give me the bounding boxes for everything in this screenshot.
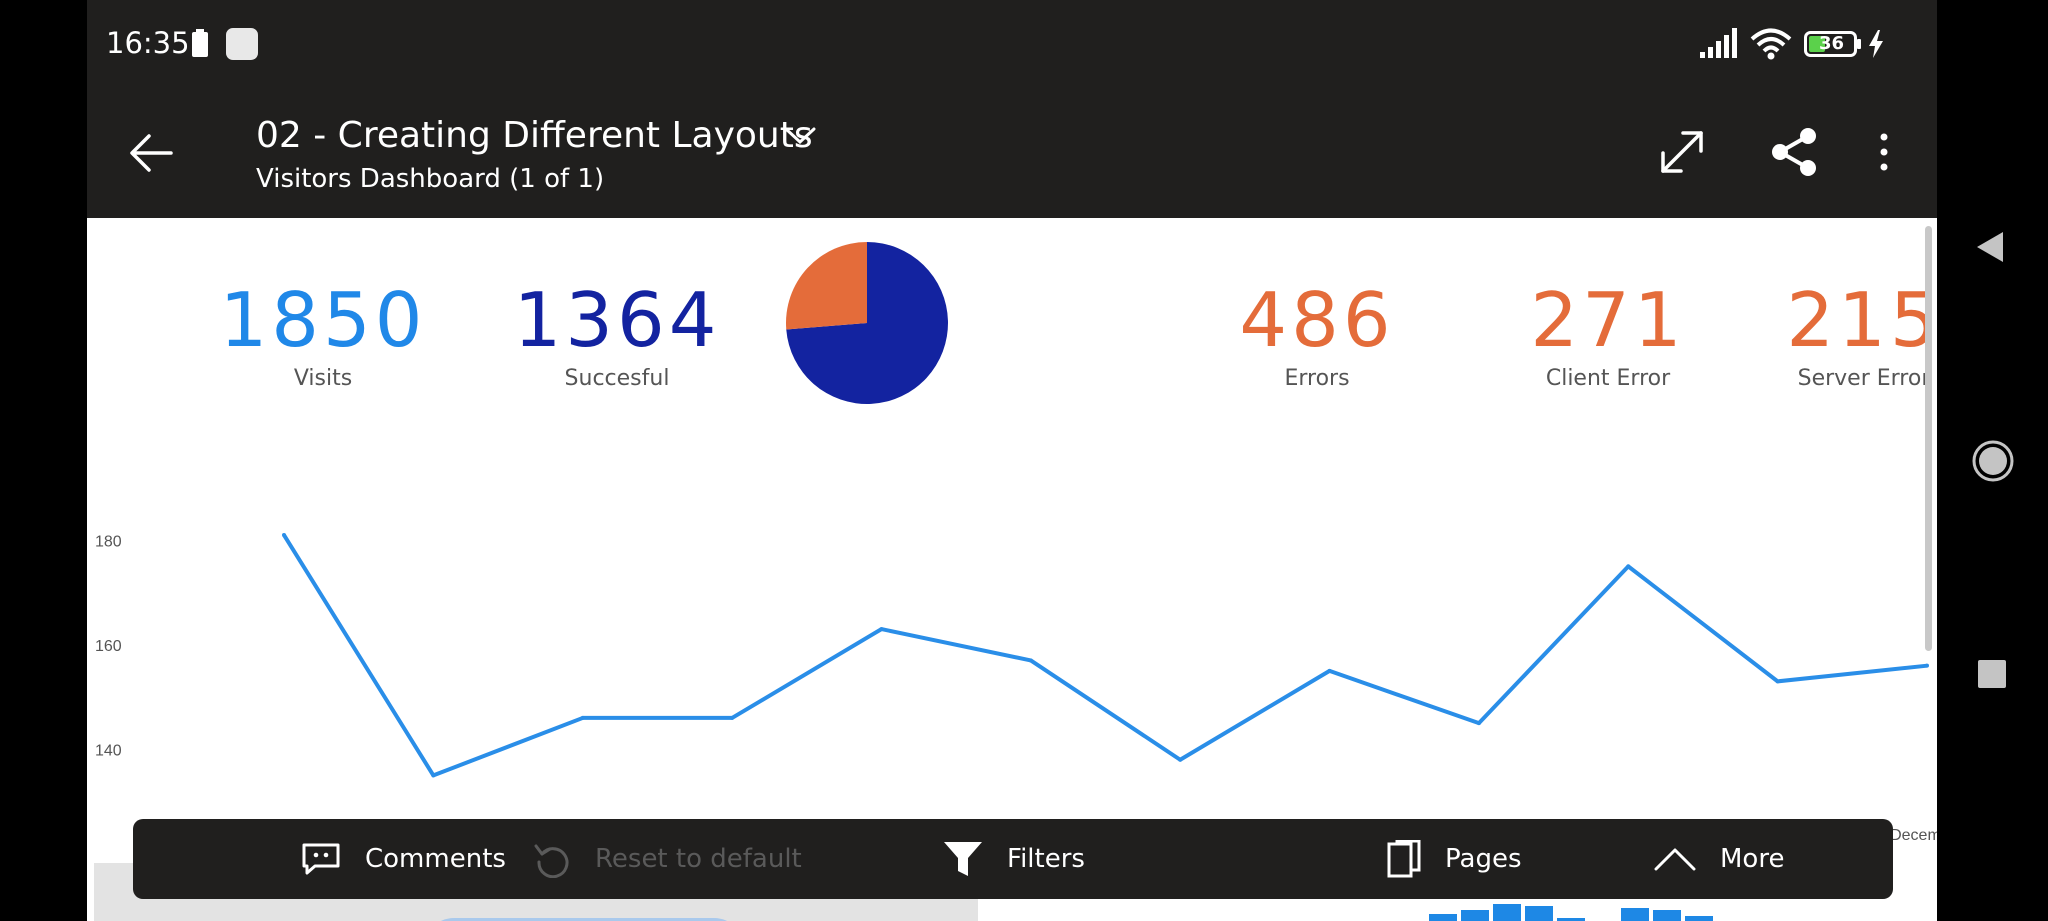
data-point[interactable] bbox=[879, 627, 884, 632]
kpi-client-error-label: Client Error bbox=[1545, 366, 1671, 391]
column-bar[interactable] bbox=[1621, 908, 1649, 921]
status-time: 16:35 bbox=[106, 26, 190, 60]
data-point[interactable] bbox=[730, 715, 735, 720]
kpi-server-error-label: Server Error bbox=[1797, 366, 1931, 391]
y-tick-label: 180 bbox=[95, 533, 122, 550]
action-bar: Comments Reset to default Filters Pages bbox=[133, 819, 1893, 899]
signal-icon bbox=[1700, 28, 1737, 58]
filters-button[interactable]: Filters bbox=[943, 819, 1085, 899]
column-bar[interactable] bbox=[1653, 910, 1681, 921]
report-canvas[interactable]: 1850 Visits 1364 Succesful 486 Errors 27… bbox=[87, 218, 1937, 921]
app-notification-icon bbox=[226, 28, 258, 60]
kpi-visits-label: Visits bbox=[293, 366, 353, 391]
kpi-client-error-value: 271 bbox=[1530, 276, 1686, 364]
chevron-down-icon[interactable] bbox=[784, 126, 816, 146]
report-title[interactable]: 02 - Creating Different Layouts bbox=[256, 115, 813, 156]
vertical-scrollbar[interactable] bbox=[1925, 226, 1932, 651]
filter-icon bbox=[944, 842, 982, 876]
more-options-icon[interactable] bbox=[1877, 132, 1891, 172]
kpi-successful-value: 1364 bbox=[513, 276, 721, 364]
comments-button[interactable]: Comments bbox=[301, 819, 506, 899]
back-arrow-icon[interactable] bbox=[129, 133, 173, 173]
kpi-successful[interactable]: 1364 Succesful bbox=[487, 280, 747, 391]
data-point[interactable] bbox=[1775, 679, 1780, 684]
data-point[interactable] bbox=[1626, 564, 1631, 569]
pie-slice-1[interactable] bbox=[786, 242, 867, 330]
column-bar[interactable] bbox=[1429, 914, 1457, 921]
filters-label: Filters bbox=[1007, 844, 1085, 874]
share-icon[interactable] bbox=[1769, 126, 1819, 178]
visits-pie-chart[interactable] bbox=[782, 238, 952, 408]
system-navigation-bar bbox=[1937, 0, 2048, 921]
nav-home-icon[interactable] bbox=[1971, 439, 2015, 483]
data-point[interactable] bbox=[1028, 658, 1033, 663]
app-area: 16:35 36 02 - Creating Different Layouts… bbox=[87, 0, 1937, 921]
data-point[interactable] bbox=[1327, 668, 1332, 673]
more-button[interactable]: More bbox=[1654, 819, 1784, 899]
data-point[interactable] bbox=[1925, 663, 1929, 668]
data-point[interactable] bbox=[580, 715, 585, 720]
battery-level: 36 bbox=[1819, 33, 1845, 54]
reset-label: Reset to default bbox=[595, 844, 802, 874]
nav-back-icon[interactable] bbox=[1975, 230, 2005, 264]
kpi-client-error[interactable]: 271 Client Error bbox=[1478, 280, 1738, 391]
status-bar: 16:35 36 bbox=[87, 0, 1937, 88]
column-bar[interactable] bbox=[1461, 910, 1489, 921]
report-header: 02 - Creating Different Layouts Visitors… bbox=[87, 88, 1937, 218]
data-point[interactable] bbox=[1476, 721, 1481, 726]
reset-icon bbox=[534, 844, 569, 878]
column-bar[interactable] bbox=[1493, 904, 1521, 921]
y-tick-label: 140 bbox=[95, 742, 122, 759]
data-point[interactable] bbox=[282, 533, 286, 538]
kpi-errors-value: 486 bbox=[1239, 276, 1395, 364]
reset-to-default-button[interactable]: Reset to default bbox=[533, 819, 802, 899]
more-label: More bbox=[1720, 844, 1785, 874]
kpi-visits-value: 1850 bbox=[219, 276, 427, 364]
column-bar[interactable] bbox=[1685, 916, 1713, 921]
y-tick-label: 160 bbox=[95, 638, 122, 655]
charging-icon bbox=[1869, 30, 1883, 58]
chevron-up-icon bbox=[1654, 848, 1696, 871]
comment-icon bbox=[302, 843, 340, 875]
visits-line-chart[interactable]: 140160180JanuaryFebruaryMarchAprilMayJun… bbox=[87, 488, 1937, 848]
page-subtitle: Visitors Dashboard (1 of 1) bbox=[256, 164, 605, 194]
comments-label: Comments bbox=[365, 844, 506, 874]
battery-saver-icon bbox=[192, 29, 208, 57]
pages-button[interactable]: Pages bbox=[1387, 819, 1522, 899]
data-point[interactable] bbox=[431, 773, 436, 778]
column-bar[interactable] bbox=[1525, 906, 1553, 921]
pages-icon bbox=[1387, 840, 1421, 878]
kpi-successful-label: Succesful bbox=[564, 366, 670, 391]
expand-icon[interactable] bbox=[1659, 129, 1705, 175]
nav-recents-icon[interactable] bbox=[1978, 660, 2006, 688]
data-point[interactable] bbox=[1178, 757, 1183, 762]
kpi-errors[interactable]: 486 Errors bbox=[1187, 280, 1447, 391]
kpi-visits[interactable]: 1850 Visits bbox=[193, 280, 453, 391]
pages-label: Pages bbox=[1445, 844, 1522, 874]
kpi-server-error-value: 215 bbox=[1786, 276, 1937, 364]
kpi-errors-label: Errors bbox=[1284, 366, 1350, 391]
wifi-icon bbox=[1750, 28, 1792, 60]
visits-series-line[interactable] bbox=[282, 533, 1928, 778]
kpi-server-error[interactable]: 215 Server Error bbox=[1734, 280, 1937, 391]
